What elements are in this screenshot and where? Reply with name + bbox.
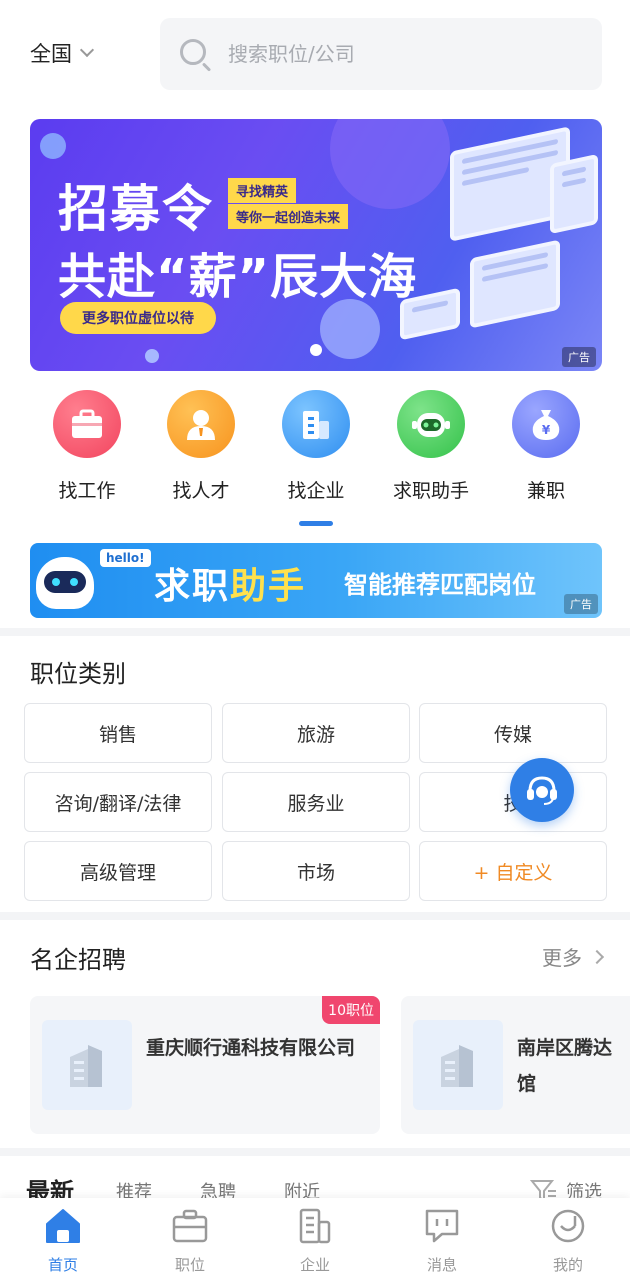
nav-label: 找人才 bbox=[172, 480, 230, 502]
more-label: 更多 bbox=[542, 946, 582, 970]
promo-banner[interactable]: 招募令 寻找精英 等你一起创造未来 共赴“薪”辰大海 更多职位虚位以待 广告 bbox=[30, 119, 602, 371]
helper-title: 求职助手 bbox=[154, 566, 307, 607]
building-icon bbox=[42, 1020, 132, 1110]
building-icon bbox=[282, 390, 350, 458]
bottom-nav-profile[interactable]: 我的 bbox=[523, 1206, 613, 1275]
customer-service-button[interactable] bbox=[510, 758, 574, 822]
job-assistant-banner[interactable]: hello! 求职助手 智能推荐匹配岗位 广告 bbox=[30, 543, 602, 618]
nav-find-job[interactable]: 找工作 bbox=[37, 390, 137, 503]
bottom-nav-jobs[interactable]: 职位 bbox=[145, 1206, 235, 1275]
ad-label: 广告 bbox=[564, 594, 598, 614]
category-item[interactable]: 市场 bbox=[222, 841, 410, 901]
section-divider bbox=[0, 912, 630, 920]
city-selector[interactable]: 全国 bbox=[30, 38, 95, 68]
building-icon bbox=[413, 1020, 503, 1110]
bottom-nav-label: 企业 bbox=[299, 1256, 330, 1274]
banner-tag: 等你一起创造未来 bbox=[228, 204, 349, 229]
top-header: 全国 bbox=[0, 0, 630, 100]
category-item[interactable]: 高级管理 bbox=[24, 841, 212, 901]
building-icon bbox=[295, 1206, 335, 1246]
company-card[interactable]: 南岸区腾达馆 bbox=[401, 996, 630, 1134]
job-count-badge: 10职位 bbox=[322, 996, 380, 1024]
bottom-nav-messages[interactable]: 消息 bbox=[397, 1206, 487, 1275]
company-name: 南岸区腾达馆 bbox=[517, 1037, 613, 1095]
banner-subtitle: 共赴“薪”辰大海 bbox=[58, 249, 418, 305]
bottom-nav-label: 消息 bbox=[426, 1256, 457, 1274]
search-input[interactable] bbox=[228, 42, 558, 66]
chevron-right-icon bbox=[589, 949, 605, 964]
search-icon bbox=[178, 37, 212, 72]
hello-bubble: hello! bbox=[100, 549, 151, 567]
bottom-nav-home[interactable]: 首页 bbox=[18, 1206, 108, 1275]
bottom-nav-label: 我的 bbox=[552, 1256, 583, 1274]
section-title-categories: 职位类别 bbox=[30, 660, 126, 688]
robot-icon bbox=[36, 557, 94, 609]
nav-label: 找企业 bbox=[287, 480, 345, 502]
category-item[interactable]: 服务业 bbox=[222, 772, 410, 832]
nav-part-time[interactable]: ¥ 兼职 bbox=[496, 390, 596, 503]
banner-tag: 寻找精英 bbox=[228, 178, 297, 203]
section-divider bbox=[0, 628, 630, 636]
nav-find-company[interactable]: 找企业 bbox=[266, 390, 366, 503]
message-icon bbox=[422, 1206, 462, 1246]
quick-nav: 找工作 找人才 找企业 求职助手 ¥ 兼职 bbox=[0, 390, 630, 510]
nav-label: 求职助手 bbox=[392, 480, 469, 502]
custom-category-button[interactable]: + 自定义 bbox=[419, 841, 607, 901]
bottom-nav-companies[interactable]: 企业 bbox=[270, 1206, 360, 1275]
briefcase-icon bbox=[53, 390, 121, 458]
banner-title: 招募令 bbox=[58, 180, 214, 238]
search-bar[interactable] bbox=[160, 18, 602, 90]
profile-icon bbox=[548, 1206, 588, 1246]
nav-find-talent[interactable]: 找人才 bbox=[151, 390, 251, 503]
person-icon bbox=[167, 390, 235, 458]
page-indicator bbox=[299, 521, 333, 526]
company-card[interactable]: 重庆顺行通科技有限公司 10职位 bbox=[30, 996, 380, 1134]
category-item[interactable]: 咨询/翻译/法律 bbox=[24, 772, 212, 832]
banner-pill: 更多职位虚位以待 bbox=[60, 302, 216, 334]
city-label: 全国 bbox=[30, 42, 72, 66]
company-name: 重庆顺行通科技有限公司 bbox=[146, 1037, 356, 1059]
nav-job-assistant[interactable]: 求职助手 bbox=[381, 390, 481, 503]
nav-label: 兼职 bbox=[526, 480, 565, 502]
category-item[interactable]: 销售 bbox=[24, 703, 212, 763]
robot-icon bbox=[397, 390, 465, 458]
helper-subtitle: 智能推荐匹配岗位 bbox=[344, 571, 536, 599]
bottom-nav-label: 职位 bbox=[174, 1256, 205, 1274]
nav-label: 找工作 bbox=[58, 480, 116, 502]
svg-text:¥: ¥ bbox=[542, 423, 551, 437]
ad-label: 广告 bbox=[562, 347, 596, 367]
section-title-companies: 名企招聘 bbox=[30, 946, 126, 974]
bottom-nav: 首页 职位 企业 消息 我的 bbox=[0, 1198, 630, 1280]
money-bag-icon: ¥ bbox=[512, 390, 580, 458]
category-item[interactable]: 传媒 bbox=[419, 703, 607, 763]
bottom-nav-label: 首页 bbox=[47, 1256, 78, 1274]
briefcase-icon bbox=[170, 1206, 210, 1246]
section-divider bbox=[0, 1148, 630, 1156]
headset-icon bbox=[527, 776, 557, 805]
more-link[interactable]: 更多 bbox=[542, 942, 605, 971]
home-icon bbox=[43, 1206, 83, 1246]
category-item[interactable]: 旅游 bbox=[222, 703, 410, 763]
chevron-down-icon bbox=[79, 42, 95, 58]
